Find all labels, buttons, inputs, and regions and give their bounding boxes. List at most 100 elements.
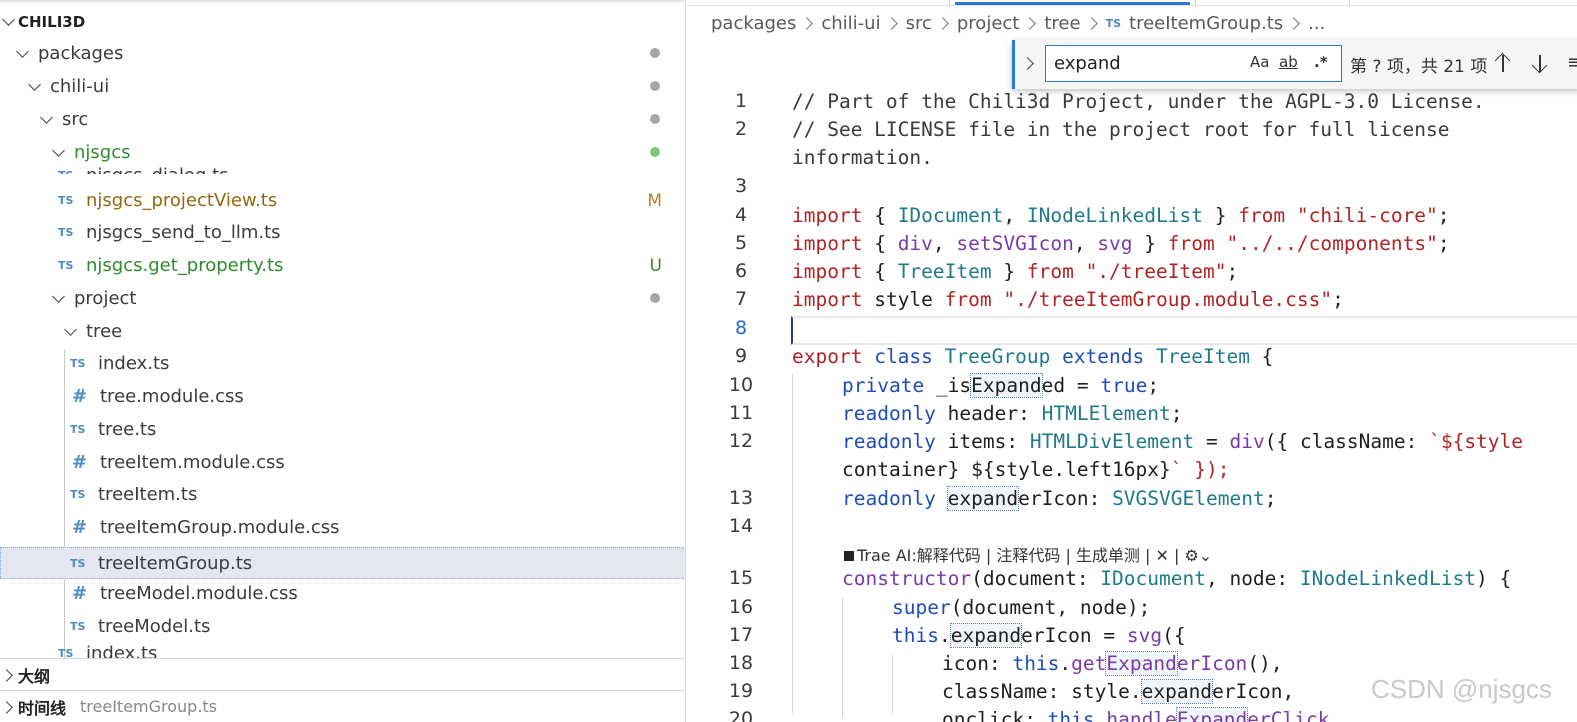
whole-word-toggle[interactable]: ab: [1279, 53, 1298, 71]
tree-item-index-ts-partial[interactable]: TS index.ts: [0, 643, 685, 659]
tree-item-label: treeItemGroup.module.css: [100, 517, 340, 538]
find-result-count: 第 ? 项，共 21 项: [1350, 57, 1488, 77]
line-number: 13: [728, 487, 754, 509]
code-area[interactable]: 1 2 3 4 5 6 7 8 9 10 11 12 13 14 15 16 1…: [687, 0, 1577, 722]
watermark: CSDN @njsgcs: [1371, 674, 1552, 704]
tree-item-src[interactable]: src: [0, 103, 685, 136]
tree-item-njsgcs-dialog[interactable]: TS njsgcs_dialog.ts: [0, 154, 685, 174]
chevron-right-icon: [2, 700, 16, 714]
explorer-root-header[interactable]: CHILI3D: [0, 6, 685, 38]
line-number: 1: [734, 90, 748, 112]
tree-item-label: tree: [86, 321, 123, 342]
tree-item-packages[interactable]: packages: [0, 37, 685, 70]
line-number: 11: [728, 402, 754, 424]
git-change-dot: [650, 114, 660, 124]
outline-section-label: 大纲: [18, 666, 51, 686]
git-untracked-badge: U: [649, 255, 662, 276]
typescript-file-icon: TS: [58, 169, 86, 174]
code-line-1: // Part of the Chili3d Project, under th…: [792, 90, 1485, 113]
git-change-dot: [650, 81, 660, 91]
tree-item-label: treeItem.module.css: [100, 452, 285, 473]
code-line-19: className: style.expanderIcon,: [942, 679, 1295, 704]
tree-item-treeitem-module-css[interactable]: # treeItem.module.css: [0, 446, 685, 479]
tree-item-njsgcs-projectview[interactable]: TS njsgcs_projectView.ts M: [0, 184, 685, 217]
tree-item-njsgcs-get-property[interactable]: TS njsgcs.get_property.ts U: [0, 249, 685, 282]
typescript-file-icon: TS: [70, 488, 86, 501]
chevron-down-icon: [64, 325, 78, 339]
explorer-sidebar: CHILI3D packages chili-ui src njsgcs TS …: [0, 0, 686, 722]
ai-inlay-hint[interactable]: Trae AI:解释代码 | 注释代码 | 生成单测 | ✕ | ⚙⌄: [844, 542, 1212, 566]
tree-item-treeitemgroup-ts[interactable]: TS treeItemGroup.ts: [0, 547, 685, 579]
tree-item-label: chili-ui: [50, 76, 110, 97]
tree-item-label: njsgcs_dialog.ts: [86, 165, 229, 174]
line-number: 4: [734, 204, 748, 226]
line-number: 6: [734, 260, 748, 282]
indent-guide: [792, 373, 793, 713]
tree-item-treemodel-module-css[interactable]: # treeModel.module.css: [0, 577, 685, 610]
current-line-highlight: [791, 316, 1577, 345]
tree-item-treeitem-ts[interactable]: TS treeItem.ts: [0, 478, 685, 511]
git-change-dot: [650, 48, 660, 58]
indent-guide: [892, 655, 893, 715]
tree-item-project[interactable]: project: [0, 282, 685, 315]
line-number-active: 8: [734, 317, 748, 339]
match-case-toggle[interactable]: Aa: [1250, 53, 1269, 71]
find-query: expand: [1054, 53, 1121, 74]
tree-item-label: treeModel.ts: [98, 616, 211, 637]
menu-lines-icon[interactable]: ≡: [1567, 52, 1577, 73]
code-line-4: import { IDocument, INodeLinkedList } fr…: [792, 204, 1450, 227]
typescript-file-icon: TS: [58, 226, 74, 239]
chevron-down-icon: [28, 80, 42, 94]
previous-match-arrow-icon[interactable]: [1492, 52, 1514, 76]
ai-inlay-text: Trae AI:解释代码 | 注释代码 | 生成单测 | ✕ |: [857, 546, 1180, 565]
tree-item-tree-ts[interactable]: TS tree.ts: [0, 413, 685, 446]
code-line-5: import { div, setSVGIcon, svg } from "..…: [792, 232, 1450, 255]
chevron-down-icon: [16, 47, 30, 61]
line-number: 17: [728, 624, 754, 646]
tree-item-njsgcs-send-to-llm[interactable]: TS njsgcs_send_to_llm.ts: [0, 216, 685, 249]
css-file-icon: #: [72, 583, 88, 604]
explorer-root-label: CHILI3D: [18, 13, 86, 31]
toggle-replace-chevron-icon[interactable]: [1023, 55, 1035, 73]
settings-icon[interactable]: ⚙⌄: [1179, 546, 1212, 565]
tree-item-index-ts[interactable]: TS index.ts: [0, 347, 685, 380]
ai-logo-icon: [844, 551, 854, 561]
css-file-icon: #: [72, 517, 88, 538]
tree-item-label: njsgcs_send_to_llm.ts: [86, 222, 281, 243]
line-number: 20: [728, 708, 754, 722]
timeline-file-label: treeItemGroup.ts: [80, 697, 218, 716]
tree-item-label: packages: [38, 43, 124, 64]
typescript-file-icon: TS: [58, 194, 74, 207]
code-line-15: constructor(document: IDocument, node: I…: [842, 567, 1512, 590]
line-number: 18: [728, 652, 754, 674]
css-file-icon: #: [72, 386, 88, 407]
regex-toggle[interactable]: .*: [1314, 53, 1328, 71]
typescript-file-icon: TS: [70, 423, 86, 436]
code-line-16: super(document, node);: [892, 596, 1151, 619]
next-match-arrow-icon[interactable]: [1529, 52, 1551, 76]
typescript-file-icon: TS: [70, 357, 86, 370]
tree-item-tree[interactable]: tree: [0, 315, 685, 348]
tree-item-treeitemgroup-module-css[interactable]: # treeItemGroup.module.css: [0, 511, 685, 544]
tree-item-label: treeModel.module.css: [100, 583, 298, 604]
tree-item-label: index.ts: [86, 643, 158, 659]
timeline-section-label: 时间线: [18, 698, 67, 718]
tree-item-label: index.ts: [98, 353, 170, 374]
line-number: 14: [728, 515, 754, 537]
chevron-down-icon: [40, 113, 54, 127]
line-number: 3: [734, 175, 748, 197]
tree-item-label: treeItemGroup.ts: [98, 552, 253, 574]
timeline-section-header[interactable]: 时间线 treeItemGroup.ts: [0, 690, 685, 722]
git-modified-badge: M: [647, 190, 662, 211]
chevron-down-icon: [52, 292, 66, 306]
typescript-file-icon: TS: [70, 620, 86, 633]
tree-item-label: treeItem.ts: [98, 484, 198, 505]
code-line-6: import { TreeItem } from "./treeItem";: [792, 260, 1239, 283]
tree-item-treemodel-ts[interactable]: TS treeModel.ts: [0, 610, 685, 643]
tree-item-label: tree.ts: [98, 419, 157, 440]
tree-item-tree-module-css[interactable]: # tree.module.css: [0, 380, 685, 413]
outline-section-header[interactable]: 大纲: [0, 658, 685, 690]
find-widget: expand Aa ab .* 第 ? 项，共 21 项 ≡: [1012, 40, 1577, 89]
tree-item-chili-ui[interactable]: chili-ui: [0, 70, 685, 103]
tree-item-label: src: [62, 109, 89, 130]
